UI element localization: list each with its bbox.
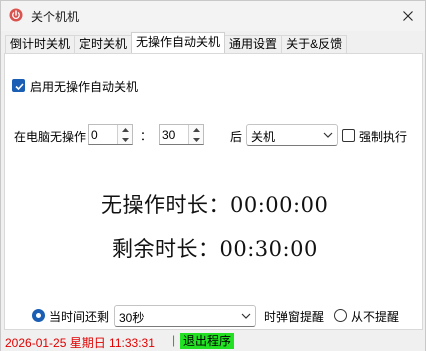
tab-countdown-shutdown[interactable]: 倒计时关机 <box>5 35 76 53</box>
chevron-down-icon <box>193 137 200 142</box>
never-remind-label: 从不提醒 <box>351 310 400 324</box>
action-select[interactable]: 关机 <box>246 124 338 146</box>
chevron-down-icon <box>241 313 251 319</box>
enable-idle-shutdown-label: 启用无操作自动关机 <box>30 80 139 94</box>
exit-program-button[interactable]: 退出程序 <box>180 333 235 349</box>
power-icon <box>9 8 23 22</box>
minutes-up-button[interactable] <box>189 125 204 134</box>
checkmark-icon <box>15 83 24 91</box>
title-bar[interactable]: 关个机机 <box>1 1 425 31</box>
hours-stepper[interactable]: 0 <box>88 124 133 145</box>
tab-idle-shutdown[interactable]: 无操作自动关机 <box>131 32 226 53</box>
after-label: 后 <box>230 130 243 144</box>
status-bar: 2026-01-25 星期日 11:33:31 | 退出程序 <box>1 331 425 351</box>
chevron-down-icon <box>323 132 333 138</box>
app-window: 关个机机 倒计时关机 定时关机 无操作自动关机 通用设置 关于&反馈 启用无操作… <box>0 0 426 351</box>
force-execute-label: 强制执行 <box>359 130 408 144</box>
minutes-down-button[interactable] <box>189 135 204 144</box>
remind-when-remaining-radio[interactable] <box>32 309 45 322</box>
enable-idle-shutdown-checkbox[interactable] <box>12 79 25 92</box>
idle-duration-display: 无操作时长：00:00:00 <box>101 193 329 217</box>
minutes-stepper[interactable]: 30 <box>159 124 204 145</box>
minutes-value: 30 <box>162 128 176 142</box>
tab-strip: 倒计时关机 定时关机 无操作自动关机 通用设置 关于&反馈 <box>5 32 348 53</box>
close-icon <box>403 11 413 21</box>
window-title: 关个机机 <box>31 10 80 24</box>
hours-minutes-colon: ： <box>140 129 153 143</box>
remaining-duration-display: 剩余时长：00:30:00 <box>112 237 318 261</box>
close-button[interactable] <box>391 1 425 31</box>
popup-reminder-label: 时弹窗提醒 <box>264 310 325 324</box>
chevron-up-icon <box>122 127 129 132</box>
chevron-up-icon <box>193 127 200 132</box>
reminder-time-value: 30秒 <box>119 311 145 325</box>
force-execute-checkbox[interactable] <box>342 129 355 142</box>
tab-scheduled-shutdown[interactable]: 定时关机 <box>74 35 133 53</box>
hours-up-button[interactable] <box>118 125 133 134</box>
hours-value: 0 <box>91 128 98 142</box>
chevron-down-icon <box>122 137 129 142</box>
idle-prefix-label: 在电脑无操作 <box>14 130 87 144</box>
action-select-value: 关机 <box>251 130 276 144</box>
status-separator: | <box>172 333 176 347</box>
never-remind-radio[interactable] <box>334 309 347 322</box>
hours-down-button[interactable] <box>118 135 133 144</box>
tab-about-feedback[interactable]: 关于&反馈 <box>281 35 348 53</box>
status-datetime: 2026-01-25 星期日 11:33:31 <box>5 336 155 350</box>
tab-general-settings[interactable]: 通用设置 <box>224 35 283 53</box>
remind-when-remaining-label: 当时间还剩 <box>49 310 110 324</box>
reminder-time-select[interactable]: 30秒 <box>114 305 256 327</box>
